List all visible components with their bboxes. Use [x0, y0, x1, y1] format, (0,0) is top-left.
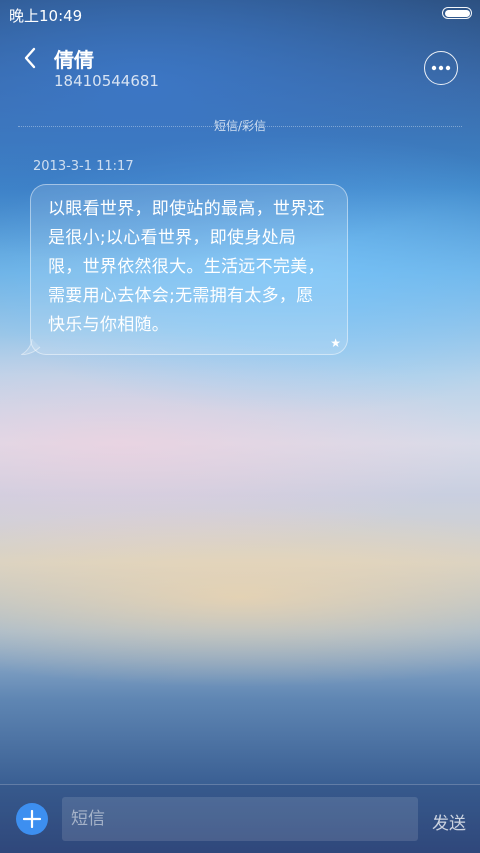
chevron-left-icon — [24, 47, 36, 69]
message-text: 以眼看世界，即使站的最高，世界还是很小;以心看世界，即使身处局限，世界依然很大。… — [48, 199, 325, 335]
battery-icon — [442, 7, 472, 19]
contact-number: 18410544681 — [54, 72, 159, 90]
star-icon: ★ — [330, 336, 341, 350]
message-bubble[interactable]: 以眼看世界，即使站的最高，世界还是很小;以心看世界，即使身处局限，世界依然很大。… — [21, 184, 348, 355]
battery-fill — [444, 9, 470, 17]
add-attachment-button[interactable] — [16, 803, 48, 835]
plus-icon — [23, 810, 41, 828]
conversation-header: 倩倩 18410544681 — [0, 28, 480, 108]
status-time: 晚上10:49 — [9, 7, 83, 25]
send-button[interactable]: 发送 — [432, 809, 466, 834]
contact-name: 倩倩 — [54, 48, 94, 72]
sms-conversation-screen: 晚上10:49 倩倩 18410544681 短信/彩信 2013-3-1 11… — [0, 0, 480, 853]
compose-bar: 发送 — [0, 784, 480, 853]
message-type-label: 短信/彩信 — [213, 119, 267, 133]
back-button[interactable] — [14, 42, 46, 74]
message-type-divider: 短信/彩信 — [18, 117, 462, 137]
status-bar: 晚上10:49 — [0, 0, 480, 28]
more-options-button[interactable] — [424, 51, 458, 85]
message-input[interactable] — [62, 797, 418, 841]
bubble-tail — [21, 339, 41, 355]
more-dots-icon — [431, 65, 451, 71]
message-timestamp: 2013-3-1 11:17 — [33, 159, 134, 174]
